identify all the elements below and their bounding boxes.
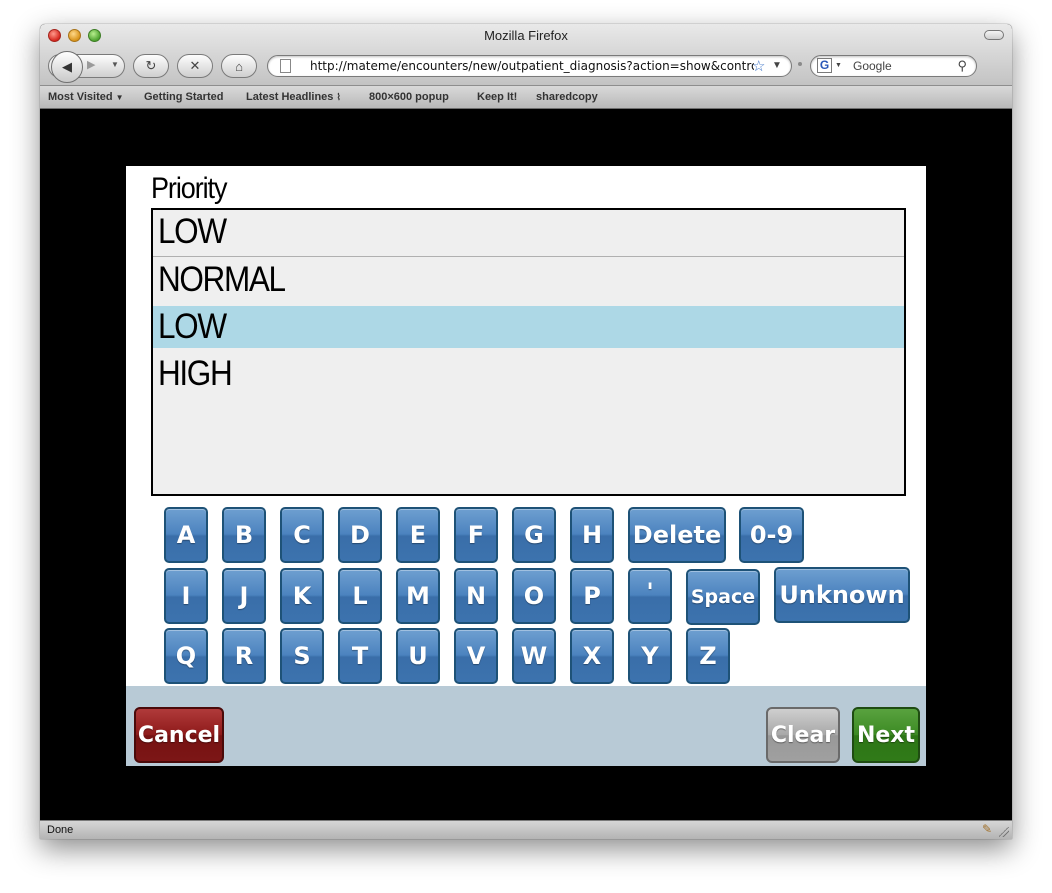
key-o[interactable]: O [512,568,556,624]
rss-icon: ⌇ [336,92,341,102]
history-dropdown-icon[interactable]: ▼ [111,60,119,69]
option-low-current[interactable]: LOW [153,210,904,257]
key-g[interactable]: G [512,507,556,563]
touchscreen-panel: Priority LOW NORMAL LOW HIGH A B C D E F… [126,166,926,766]
key-p[interactable]: P [570,568,614,624]
key-w[interactable]: W [512,628,556,684]
cancel-button[interactable]: Cancel [134,707,224,763]
title-bar: Mozilla Firefox ◀ ▶ ▼ ↻ ✕ ⌂ http://matem… [40,24,1012,86]
options-list: LOW NORMAL LOW HIGH [151,208,906,496]
back-button[interactable]: ◀ [51,51,83,83]
home-button[interactable]: ⌂ [221,54,257,78]
key-apostrophe[interactable]: ' [628,568,672,624]
home-icon: ⌂ [235,58,243,74]
bookmarks-toolbar: Most Visited ▼ Getting Started Latest He… [40,86,1012,109]
key-f[interactable]: F [454,507,498,563]
key-x[interactable]: X [570,628,614,684]
bookmark-keep-it[interactable]: Keep It! [477,91,517,103]
key-n[interactable]: N [454,568,498,624]
bookmark-star-icon[interactable]: ☆ [752,57,765,75]
reload-icon: ↻ [145,58,157,73]
key-m[interactable]: M [396,568,440,624]
toolbar-separator [798,62,802,66]
toolbar-toggle-button[interactable] [984,30,1004,40]
key-d[interactable]: D [338,507,382,563]
key-s[interactable]: S [280,628,324,684]
button-bar: Cancel Clear Next [126,686,926,766]
resize-grip-icon[interactable] [999,827,1009,837]
key-e[interactable]: E [396,507,440,563]
next-button[interactable]: Next [852,707,920,763]
key-k[interactable]: K [280,568,324,624]
status-text: Done [47,824,74,836]
key-r[interactable]: R [222,628,266,684]
key-c[interactable]: C [280,507,324,563]
key-q[interactable]: Q [164,628,208,684]
option-low[interactable]: LOW [153,306,904,348]
key-space[interactable]: Space [686,569,760,625]
key-y[interactable]: Y [628,628,672,684]
bookmark-getting-started[interactable]: Getting Started [144,91,223,103]
key-v[interactable]: V [454,628,498,684]
key-u[interactable]: U [396,628,440,684]
key-j[interactable]: J [222,568,266,624]
url-dropdown-icon[interactable]: ▼ [772,60,782,71]
dropdown-arrow-icon: ▼ [115,93,124,102]
search-input[interactable]: Google [853,59,892,73]
search-engine-icon[interactable]: G [817,58,832,73]
key-b[interactable]: B [222,507,266,563]
stop-icon: ✕ [189,58,201,73]
key-unknown[interactable]: Unknown [774,567,910,623]
key-z[interactable]: Z [686,628,730,684]
clear-button[interactable]: Clear [766,707,840,763]
stop-button[interactable]: ✕ [177,54,213,78]
addon-icon[interactable]: ✎ [982,822,992,836]
search-icon[interactable]: ⚲ [957,58,967,74]
address-bar[interactable]: http://mateme/encounters/new/outpatient_… [267,55,792,77]
url-text[interactable]: http://mateme/encounters/new/outpatient_… [310,59,754,73]
forward-button[interactable]: ▶ [87,58,95,71]
reload-button[interactable]: ↻ [133,54,169,78]
key-h[interactable]: H [570,507,614,563]
key-t[interactable]: T [338,628,382,684]
key-i[interactable]: I [164,568,208,624]
page-content: Priority LOW NORMAL LOW HIGH A B C D E F… [40,110,1012,820]
search-bar[interactable]: G ▼ Google ⚲ [810,55,977,77]
key-l[interactable]: L [338,568,382,624]
field-label: Priority [151,172,227,205]
status-bar: Done ✎ [40,820,1012,839]
page-icon [280,59,291,73]
back-arrow-icon: ◀ [62,59,72,74]
bookmark-most-visited[interactable]: Most Visited ▼ [48,91,124,103]
bookmark-sharedcopy[interactable]: sharedcopy [536,91,598,103]
option-high[interactable]: HIGH [153,352,904,399]
bookmark-latest-headlines[interactable]: Latest Headlines ⌇ [246,91,341,103]
bookmark-popup[interactable]: 800×600 popup [369,91,449,103]
key-numbers[interactable]: 0-9 [739,507,804,563]
back-forward-group: ◀ ▶ ▼ [48,51,125,83]
window-title: Mozilla Firefox [484,28,568,43]
search-engine-dropdown-icon[interactable]: ▼ [835,62,842,69]
browser-window: Mozilla Firefox ◀ ▶ ▼ ↻ ✕ ⌂ http://matem… [40,24,1012,839]
key-a[interactable]: A [164,507,208,563]
key-delete[interactable]: Delete [628,507,726,563]
option-normal[interactable]: NORMAL [153,258,904,305]
